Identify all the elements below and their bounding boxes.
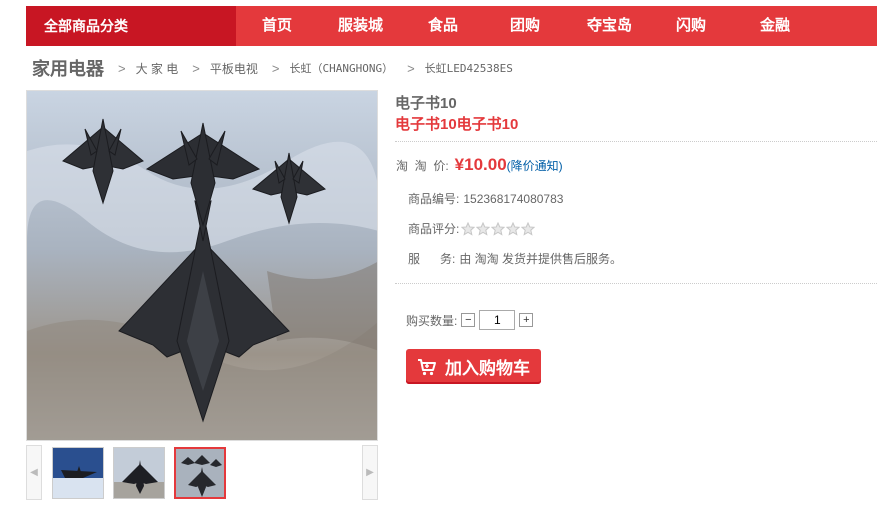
breadcrumb: 家用电器 > 大 家 电 > 平板电视 > 长虹（CHANGHONG） > 长虹… bbox=[32, 56, 527, 80]
quantity-label: 购买数量: bbox=[406, 313, 458, 328]
product-main-image[interactable] bbox=[26, 90, 378, 441]
star-icon bbox=[491, 221, 506, 236]
divider bbox=[395, 283, 877, 284]
nav-item-treasure[interactable]: 夺宝岛 bbox=[587, 6, 632, 46]
product-code-value: 152368174080783 bbox=[463, 191, 564, 206]
top-nav: 全部商品分类 首页 服装城 食品 团购 夺宝岛 闪购 金融 bbox=[26, 6, 877, 46]
quantity-input[interactable] bbox=[479, 310, 516, 330]
product-subtitle: 电子书10电子书10 bbox=[395, 116, 519, 133]
product-title: 电子书10 bbox=[395, 95, 457, 112]
thumbnail-image bbox=[176, 449, 224, 497]
star-icon bbox=[476, 221, 491, 236]
breadcrumb-separator: > bbox=[192, 60, 200, 76]
nav-item-home[interactable]: 首页 bbox=[262, 6, 292, 46]
thumbnail-image bbox=[114, 448, 164, 498]
add-to-cart-button[interactable]: 加入购物车 bbox=[406, 349, 541, 384]
product-code-label: 商品编号: bbox=[408, 192, 460, 206]
breadcrumb-root[interactable]: 家用电器 bbox=[32, 55, 104, 81]
nav-item-groupbuy[interactable]: 团购 bbox=[510, 6, 540, 46]
nav-item-finance[interactable]: 金融 bbox=[760, 6, 790, 46]
nav-item-clothing[interactable]: 服装城 bbox=[338, 6, 383, 46]
breadcrumb-separator: > bbox=[407, 60, 415, 76]
product-code-row: 商品编号: 152368174080783 bbox=[408, 190, 563, 207]
thumb-prev-button[interactable]: ◀ bbox=[26, 445, 42, 500]
service-value: 由 淘淘 发货并提供售后服务。 bbox=[459, 252, 623, 266]
breadcrumb-item[interactable]: 平板电视 bbox=[210, 60, 258, 77]
nav-item-flash[interactable]: 闪购 bbox=[676, 6, 706, 46]
thumbnail[interactable] bbox=[52, 447, 104, 499]
nav-item-food[interactable]: 食品 bbox=[428, 6, 458, 46]
divider bbox=[395, 141, 877, 142]
star-icon bbox=[461, 221, 476, 236]
chevron-left-icon: ◀ bbox=[30, 467, 38, 478]
rating-stars bbox=[461, 221, 536, 236]
thumbnail-selected[interactable] bbox=[174, 447, 226, 499]
aircraft-photo bbox=[27, 91, 377, 440]
breadcrumb-item[interactable]: 长虹（CHANGHONG） bbox=[289, 60, 393, 76]
chevron-right-icon: ▶ bbox=[366, 467, 374, 478]
breadcrumb-item-current[interactable]: 长虹LED42538ES bbox=[425, 60, 513, 76]
cart-icon bbox=[418, 358, 436, 375]
star-icon bbox=[506, 221, 521, 236]
breadcrumb-separator: > bbox=[271, 60, 280, 76]
quantity-row: 购买数量: − + bbox=[406, 310, 534, 330]
breadcrumb-separator: > bbox=[118, 60, 126, 76]
price-row: 淘 淘 价: ¥10.00 (降价通知) bbox=[396, 155, 563, 175]
quantity-decrease-button[interactable]: − bbox=[461, 313, 476, 327]
thumbnail-image bbox=[53, 448, 103, 498]
price-label: 淘 淘 价: bbox=[396, 158, 449, 173]
star-icon bbox=[521, 221, 536, 236]
rating-row: 商品评分: bbox=[408, 220, 536, 237]
quantity-increase-button[interactable]: + bbox=[519, 313, 534, 327]
service-row: 服 务: 由 淘淘 发货并提供售后服务。 bbox=[408, 250, 622, 267]
price-value: ¥10.00 bbox=[454, 155, 507, 174]
add-to-cart-label: 加入购物车 bbox=[445, 359, 530, 378]
service-label: 服 务: bbox=[408, 252, 456, 266]
thumbnail-strip: ◀ ▶ bbox=[26, 445, 378, 500]
rating-label: 商品评分: bbox=[408, 222, 460, 236]
thumbnail[interactable] bbox=[113, 447, 165, 499]
thumb-next-button[interactable]: ▶ bbox=[362, 445, 378, 500]
breadcrumb-item[interactable]: 大 家 电 bbox=[136, 60, 179, 77]
all-categories-menu[interactable]: 全部商品分类 bbox=[26, 6, 236, 46]
price-drop-notice-link[interactable]: (降价通知) bbox=[507, 157, 563, 174]
